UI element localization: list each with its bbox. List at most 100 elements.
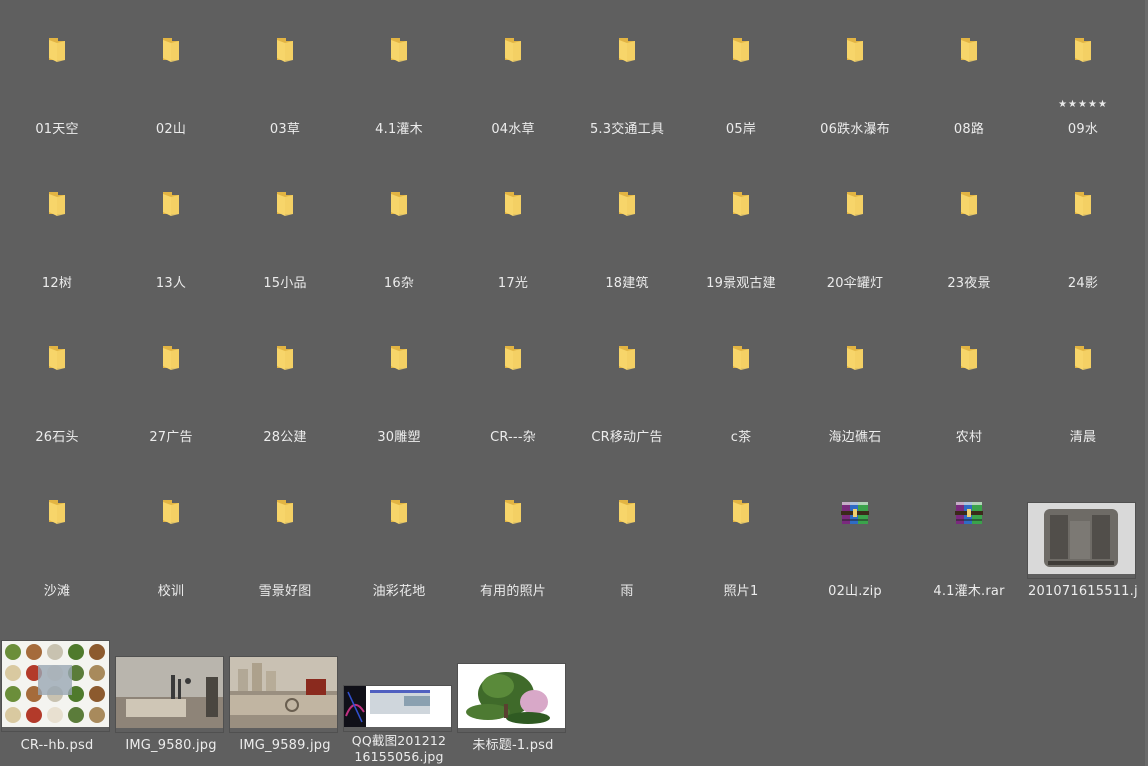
- file-name-label: QQ截图20121216155056.jpg: [351, 733, 447, 764]
- file-item-23夜景[interactable]: 23夜景: [912, 154, 1026, 308]
- file-item-08路[interactable]: 08路: [912, 0, 1026, 154]
- file-item-4-1灌木-rar[interactable]: 4.1灌木.rar: [912, 462, 1026, 616]
- folder-icon: [342, 308, 456, 420]
- file-item-海边礁石[interactable]: 海边礁石: [798, 308, 912, 462]
- file-item-20伞罐灯[interactable]: 20伞罐灯: [798, 154, 912, 308]
- folder-icon: [456, 154, 570, 266]
- folder-icon: [114, 154, 228, 266]
- folder-icon: [1026, 0, 1140, 112]
- file-name-label: 有用的照片: [479, 584, 546, 599]
- file-name-label: CR移动广告: [591, 430, 663, 445]
- file-item-03草[interactable]: 03草: [228, 0, 342, 154]
- folder-icon: [456, 462, 570, 574]
- file-name-label: 04水草: [491, 122, 535, 137]
- file-item-沙滩[interactable]: 沙滩: [0, 462, 114, 616]
- file-item-28公建[interactable]: 28公建: [228, 308, 342, 462]
- file-item-有用的照片[interactable]: 有用的照片: [456, 462, 570, 616]
- file-name-label: CR---杂: [490, 430, 536, 445]
- file-item-24影[interactable]: 24影: [1026, 154, 1140, 308]
- thumbnail-image: [458, 664, 565, 732]
- file-item-18建筑[interactable]: 18建筑: [570, 154, 684, 308]
- folder-icon: [684, 0, 798, 112]
- file-item-校训[interactable]: 校训: [114, 462, 228, 616]
- image-thumbnail: [1026, 462, 1140, 574]
- file-name-label: 沙滩: [43, 584, 71, 599]
- folder-icon: [0, 462, 114, 574]
- file-item-17光[interactable]: 17光: [456, 154, 570, 308]
- file-name-label: 02山.zip: [828, 584, 882, 599]
- file-item-09水[interactable]: ★★★★★ 09水: [1026, 0, 1140, 154]
- file-item-c茶[interactable]: c茶: [684, 308, 798, 462]
- file-name-label: 02山: [155, 122, 187, 137]
- folder-icon: [798, 154, 912, 266]
- file-item-02山-zip[interactable]: 02山.zip: [798, 462, 912, 616]
- file-name-label: IMG_9580.jpg: [125, 738, 217, 753]
- thumbnail-image: [230, 657, 337, 732]
- file-item-cr-hb-psd[interactable]: CR--hb.psd: [0, 616, 114, 766]
- file-item-01天空[interactable]: 01天空: [0, 0, 114, 154]
- file-item-15小品[interactable]: 15小品: [228, 154, 342, 308]
- file-item-img-9580-jpg[interactable]: IMG_9580.jpg: [114, 616, 228, 766]
- file-item-06跌水瀑布[interactable]: 06跌水瀑布: [798, 0, 912, 154]
- folder-icon: [228, 462, 342, 574]
- file-name-label: 19景观古建: [706, 276, 776, 291]
- folder-icon: [570, 154, 684, 266]
- folder-icon: [912, 308, 1026, 420]
- file-name-label: c茶: [730, 430, 752, 445]
- file-name-label: 4.1灌木.rar: [933, 584, 1005, 599]
- file-item-清晨[interactable]: 清晨: [1026, 308, 1140, 462]
- folder-icon: [0, 308, 114, 420]
- file-item-cr-杂[interactable]: CR---杂: [456, 308, 570, 462]
- rating-stars: ★★★★★: [1058, 99, 1108, 110]
- image-thumbnail: [342, 616, 456, 728]
- file-item-02山[interactable]: 02山: [114, 0, 228, 154]
- file-item-12树[interactable]: 12树: [0, 154, 114, 308]
- folder-icon: [456, 0, 570, 112]
- folder-icon: [228, 308, 342, 420]
- folder-icon: [228, 154, 342, 266]
- file-name-label: 30雕塑: [377, 430, 421, 445]
- file-item-201071615511-jpg[interactable]: 201071615511.jpg: [1026, 462, 1140, 616]
- folder-icon: [228, 0, 342, 112]
- file-item-img-9589-jpg[interactable]: IMG_9589.jpg: [228, 616, 342, 766]
- folder-icon: [342, 462, 456, 574]
- file-item-26石头[interactable]: 26石头: [0, 308, 114, 462]
- folder-icon: [1026, 154, 1140, 266]
- file-item-16杂[interactable]: 16杂: [342, 154, 456, 308]
- file-item-30雕塑[interactable]: 30雕塑: [342, 308, 456, 462]
- folder-icon: [114, 462, 228, 574]
- file-item-油彩花地[interactable]: 油彩花地: [342, 462, 456, 616]
- folder-icon: [1026, 308, 1140, 420]
- file-grid: 01天空 02山 03草 4.1灌木 04水草 5.3交通工具 05岸 06跌水瀑布 08路 ★★…: [0, 0, 1140, 766]
- file-item-27广告[interactable]: 27广告: [114, 308, 228, 462]
- file-item-19景观古建[interactable]: 19景观古建: [684, 154, 798, 308]
- file-item-4-1灌木[interactable]: 4.1灌木: [342, 0, 456, 154]
- file-item-qq截图20121216155056-jpg[interactable]: QQ截图20121216155056.jpg: [342, 616, 456, 766]
- image-thumbnail: [114, 616, 228, 728]
- file-item-雨[interactable]: 雨: [570, 462, 684, 616]
- thumbnail-image: [1028, 503, 1135, 578]
- image-thumbnail: [456, 616, 570, 728]
- archive-icon: [798, 462, 912, 574]
- file-item-13人[interactable]: 13人: [114, 154, 228, 308]
- file-name-label: CR--hb.psd: [20, 738, 94, 753]
- file-name-label: 校训: [157, 584, 185, 599]
- file-item-04水草[interactable]: 04水草: [456, 0, 570, 154]
- file-name-label: 24影: [1067, 276, 1099, 291]
- file-item-农村[interactable]: 农村: [912, 308, 1026, 462]
- file-item-cr移动广告[interactable]: CR移动广告: [570, 308, 684, 462]
- file-item-照片1[interactable]: 照片1: [684, 462, 798, 616]
- file-browser: 01天空 02山 03草 4.1灌木 04水草 5.3交通工具 05岸 06跌水瀑布 08路 ★★…: [0, 0, 1148, 766]
- file-name-label: 09水: [1067, 122, 1099, 137]
- file-name-label: 01天空: [35, 122, 79, 137]
- file-name-label: 08路: [953, 122, 985, 137]
- folder-icon: [798, 308, 912, 420]
- file-item-未标题-1-psd[interactable]: 未标题-1.psd: [456, 616, 570, 766]
- file-item-05岸[interactable]: 05岸: [684, 0, 798, 154]
- folder-icon: [0, 0, 114, 112]
- file-item-5-3交通工具[interactable]: 5.3交通工具: [570, 0, 684, 154]
- folder-icon: [798, 0, 912, 112]
- file-name-label: 照片1: [723, 584, 759, 599]
- file-item-雪景好图[interactable]: 雪景好图: [228, 462, 342, 616]
- folder-icon: [684, 154, 798, 266]
